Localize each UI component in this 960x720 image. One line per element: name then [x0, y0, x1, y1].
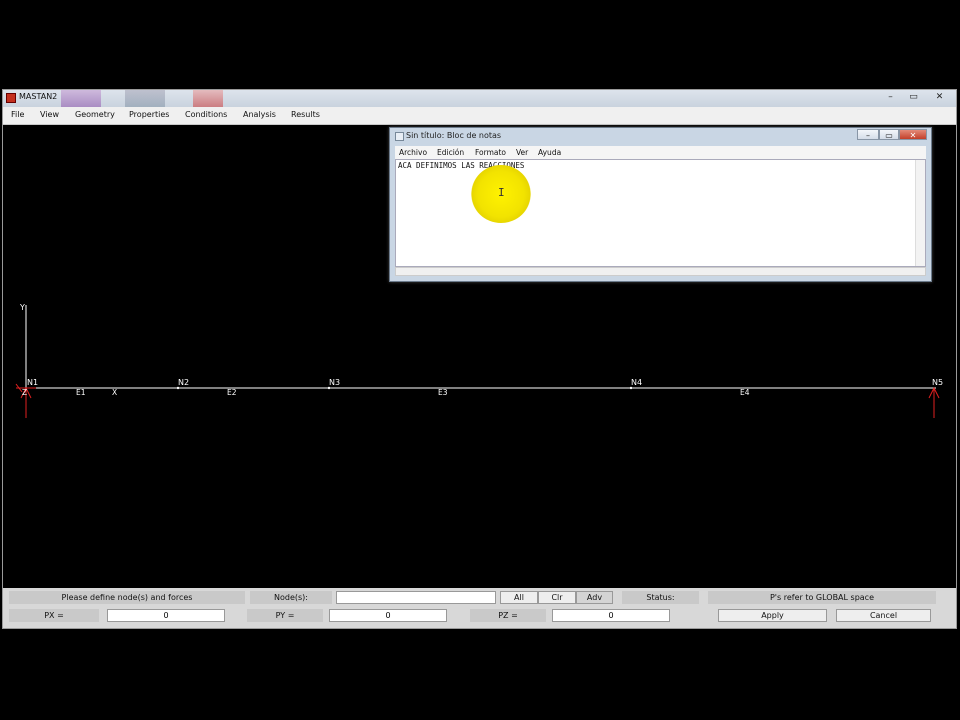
node-dot-n2	[176, 386, 180, 390]
notepad-menu-formato[interactable]: Formato	[475, 148, 506, 157]
element-label-e4[interactable]: E4	[740, 388, 750, 397]
py-input[interactable]: 0	[329, 609, 447, 622]
notepad-menu-edicion[interactable]: Edición	[437, 148, 464, 157]
node-label-n2[interactable]: N2	[178, 378, 189, 387]
notepad-maximize-button[interactable]: ▭	[879, 129, 899, 140]
node-label-n4[interactable]: N4	[631, 378, 642, 387]
pz-input[interactable]: 0	[552, 609, 670, 622]
element-label-e3[interactable]: E3	[438, 388, 448, 397]
notepad-menu-bar: Archivo Edición Formato Ver Ayuda	[395, 146, 926, 159]
support-n5	[928, 386, 940, 418]
axis-x-label: X	[112, 388, 118, 397]
text-cursor-icon: I	[498, 186, 505, 199]
px-label: PX =	[9, 609, 99, 622]
element-label-e1[interactable]: E1	[76, 388, 86, 397]
cancel-button[interactable]: Cancel	[836, 609, 931, 622]
node-label-n1[interactable]: N1	[27, 378, 38, 387]
all-button[interactable]: All	[500, 591, 538, 604]
notepad-menu-archivo[interactable]: Archivo	[399, 148, 427, 157]
nodes-input[interactable]	[336, 591, 496, 604]
notepad-icon	[395, 132, 404, 141]
notepad-text-area[interactable]: ACA DEFINIMOS LAS REACCIONES	[395, 159, 926, 267]
py-label: PY =	[247, 609, 323, 622]
notepad-horizontal-scrollbar[interactable]	[395, 267, 926, 276]
apply-button[interactable]: Apply	[718, 609, 827, 622]
element-label-e2[interactable]: E2	[227, 388, 237, 397]
notepad-window: Sin título: Bloc de notas – ▭ ✕ Archivo …	[389, 127, 932, 282]
notepad-menu-ayuda[interactable]: Ayuda	[538, 148, 561, 157]
notepad-vertical-scrollbar[interactable]	[915, 160, 925, 266]
prompt-text: Please define node(s) and forces	[9, 591, 245, 604]
axis-z-label: Z	[22, 388, 28, 397]
axis-y-label: Y	[20, 303, 25, 312]
px-input[interactable]: 0	[107, 609, 225, 622]
notepad-title: Sin título: Bloc de notas	[406, 131, 502, 140]
notepad-minimize-button[interactable]: –	[857, 129, 879, 140]
status-label: Status:	[622, 591, 699, 604]
adv-button[interactable]: Adv	[576, 591, 613, 604]
node-dot-n4	[629, 386, 633, 390]
nodes-label: Node(s):	[250, 591, 332, 604]
notepad-menu-ver[interactable]: Ver	[516, 148, 528, 157]
pz-label: PZ =	[470, 609, 546, 622]
notepad-close-button[interactable]: ✕	[899, 129, 927, 140]
bottom-panel: Please define node(s) and forces Node(s)…	[3, 588, 956, 628]
clr-button[interactable]: Clr	[538, 591, 576, 604]
node-label-n3[interactable]: N3	[329, 378, 340, 387]
node-label-n5[interactable]: N5	[932, 378, 943, 387]
node-dot-n3	[327, 386, 331, 390]
status-value: P's refer to GLOBAL space	[708, 591, 936, 604]
